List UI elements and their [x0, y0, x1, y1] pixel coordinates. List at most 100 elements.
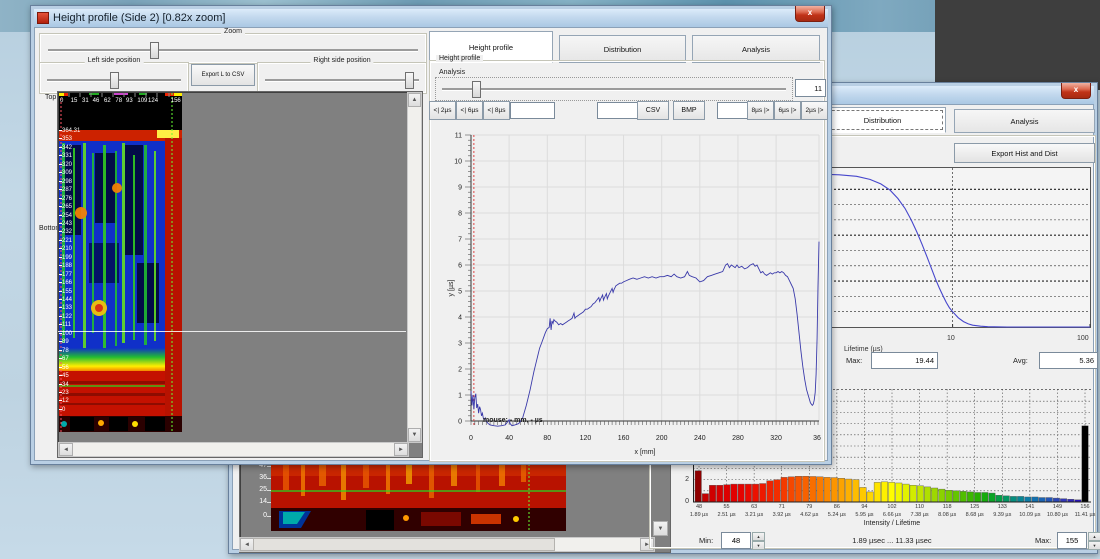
step-right-button-0[interactable]: 8µs |> [747, 101, 774, 120]
histogram-x-tick-label: 79 [797, 504, 821, 510]
heatmap-ruler-y-label: 265 [62, 204, 72, 210]
heatmap-hscroll-left-arrow[interactable]: ◄ [59, 443, 73, 456]
heatmap-ruler-y-tick [59, 164, 62, 165]
histogram-x-tick-sublabel: 3.92 µs [768, 512, 796, 518]
step-right-button-2[interactable]: 2µs |> [801, 101, 828, 120]
heatmap-hscroll-right-arrow[interactable]: ► [394, 443, 408, 456]
step-right-button-1[interactable]: 6µs |> [774, 101, 801, 120]
right-value-input[interactable] [717, 102, 748, 119]
app-icon [37, 12, 49, 24]
front-tab-analysis[interactable]: Analysis [692, 35, 820, 63]
csv-filename-input[interactable] [597, 102, 640, 119]
heatmap-ruler-y-tick [59, 265, 62, 266]
heatmap-ruler-y-tick [59, 274, 62, 275]
analysis-label: Analysis [439, 69, 465, 76]
heatmap-ruler-y-tick [59, 307, 62, 308]
zoom-slider-track[interactable] [48, 49, 418, 51]
front-window-titlebar[interactable]: Height profile (Side 2) [0.82x zoom] [34, 9, 828, 27]
front-close-button[interactable]: x [795, 6, 825, 22]
heatmap-vscroll-down-arrow[interactable]: ▼ [408, 428, 421, 442]
back-heatmap-ruler-label: 14 [259, 499, 267, 505]
height-profile-group-label: Height profile [436, 55, 483, 62]
back-heatmap-ruler-label: 36 [259, 475, 267, 481]
back-heatmap-image[interactable] [271, 456, 566, 531]
histogram-x-tick-label: 118 [935, 504, 959, 510]
left-position-group: Left side position [39, 62, 189, 94]
avg-value-box[interactable]: 5.36 [1039, 352, 1098, 369]
heatmap-ruler-y-tick [59, 130, 62, 131]
back-hscroll-thumb[interactable] [253, 538, 555, 551]
heatmap-ruler-y-label: 221 [62, 238, 72, 244]
heatmap-hscrollbar[interactable]: ◄ ► [58, 442, 409, 457]
heatmap-ruler-y-label: 232 [62, 229, 72, 235]
back-hscrollbar[interactable]: ◄ ► [239, 537, 655, 552]
back-close-button[interactable]: x [1061, 83, 1091, 99]
heatmap-ruler-y-label: 188 [62, 263, 72, 269]
max2-spinner[interactable]: 155 ▲▼ [1057, 532, 1100, 550]
heatmap-ruler-y-tick [59, 333, 62, 334]
analysis-slider-track[interactable] [442, 88, 786, 90]
step-left-button-2[interactable]: <| 8µs [483, 101, 510, 120]
svg-text:365: 365 [813, 435, 821, 442]
heatmap-ruler-y-tick [59, 189, 62, 190]
front-tab-distribution[interactable]: Distribution [559, 35, 686, 63]
height-profile-chart[interactable]: 0408012016020024028032036501234567891011… [447, 128, 821, 458]
heatmap-ruler-y-label: 122 [62, 314, 72, 320]
right-position-thumb[interactable] [405, 72, 414, 89]
export-csv-button[interactable]: Export L to CSV [191, 64, 255, 86]
right-position-track[interactable] [265, 79, 419, 81]
histogram-x-tick-sublabel: 10.09 µs [1016, 512, 1044, 518]
analysis-slider-thumb[interactable] [472, 81, 481, 98]
heatmap-ruler-x-label: 93 [126, 98, 133, 104]
step-left-button-0[interactable]: <| 2µs [429, 101, 456, 120]
heatmap-ruler-y-label: 45 [62, 373, 69, 379]
left-position-label: Left side position [85, 57, 144, 64]
max2-down-arrow[interactable]: ▼ [1088, 541, 1100, 550]
heatmap-ruler-y-tick [59, 231, 62, 232]
heatmap-ruler-y-label: 210 [62, 246, 72, 252]
heatmap-ruler-y-tick [59, 375, 62, 376]
bmp-button[interactable]: BMP [673, 101, 705, 120]
histogram-x-tick-sublabel: 3.21 µs [740, 512, 768, 518]
svg-text:10: 10 [454, 159, 462, 166]
svg-text:3: 3 [458, 341, 462, 348]
heatmap-ruler-y-tick [59, 257, 62, 258]
top-label: Top [45, 94, 56, 101]
heatmap-ruler-y-label: 320 [62, 162, 72, 168]
csv-button[interactable]: CSV [637, 101, 669, 120]
right-position-label: Right side position [310, 57, 373, 64]
histogram-x-tick-sublabel: 11.41 µs [1071, 512, 1099, 518]
max2-up-arrow[interactable]: ▲ [1088, 532, 1100, 541]
heatmap-ruler-y-tick [59, 409, 62, 410]
left-value-input[interactable] [510, 102, 555, 119]
heatmap-ruler-y: 364.313533423313203092982872762652542432… [59, 93, 89, 432]
zoom-slider-thumb[interactable] [150, 42, 159, 59]
svg-text:6: 6 [458, 263, 462, 270]
left-position-thumb[interactable] [110, 72, 119, 89]
histogram-x-tick-sublabel: 5.24 µs [823, 512, 851, 518]
heatmap-ruler-x-label: 62 [104, 98, 111, 104]
heatmap-ruler-y-label: 133 [62, 305, 72, 311]
svg-text:1: 1 [458, 393, 462, 400]
heatmap-ruler-y-label: 78 [62, 348, 69, 354]
heatmap-ruler-y-tick [59, 316, 62, 317]
histogram-x-tick-label: 48 [687, 504, 711, 510]
step-left-button-1[interactable]: <| 6µs [456, 101, 483, 120]
max2-spinner-value[interactable]: 155 [1057, 532, 1087, 549]
heatmap-ruler-y-tick [59, 223, 62, 224]
histogram-x-tick-label: 125 [963, 504, 987, 510]
analysis-value-box[interactable]: 11 [795, 79, 826, 97]
heatmap-vscroll-up-arrow[interactable]: ▲ [408, 93, 421, 107]
heatmap-ruler-y-tick [59, 384, 62, 385]
back-tab-analysis[interactable]: Analysis [954, 109, 1095, 133]
heatmap-vscrollbar[interactable]: ▲ ▼ [407, 92, 422, 443]
export-hist-dist-button[interactable]: Export Hist and Dist [954, 143, 1095, 163]
back-hscroll-left-arrow[interactable]: ◄ [240, 538, 254, 551]
svg-text:200: 200 [656, 435, 668, 442]
svg-text:240: 240 [694, 435, 706, 442]
max-value-box[interactable]: 19.44 [871, 352, 938, 369]
range-text: 1.89 µsec ... 11.33 µsec [693, 536, 1091, 545]
analysis-slider[interactable] [435, 77, 793, 101]
back-tab-distribution[interactable]: Distribution [819, 107, 946, 133]
heatmap-ruler-y-tick [59, 392, 62, 393]
